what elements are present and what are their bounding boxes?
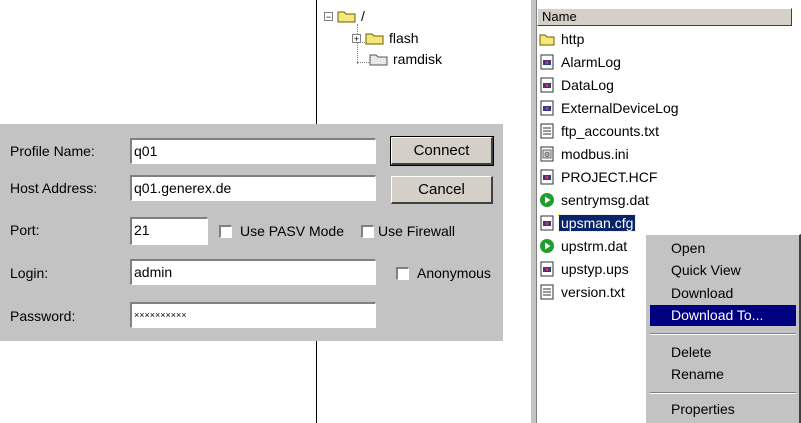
password-label: Password: xyxy=(10,308,76,324)
port-input[interactable]: 21 xyxy=(130,217,208,245)
use-pasv-checkbox[interactable]: Use PASV Mode xyxy=(219,223,344,239)
file-list-item[interactable]: upstyp.ups xyxy=(539,259,631,279)
anonymous-label: Anonymous xyxy=(417,265,491,281)
file-name-label: http xyxy=(561,31,585,47)
tree-node-label: / xyxy=(361,8,365,24)
connection-dialog: Profile Name: q01 Connect Host Address: … xyxy=(0,124,503,341)
context-menu: Open Quick View Download Download To... … xyxy=(645,234,801,423)
file-name-label: version.txt xyxy=(561,284,625,300)
file-name-label: DataLog xyxy=(561,77,614,93)
file-list-item[interactable]: ExternalDeviceLog xyxy=(539,98,681,118)
file-name-label: AlarmLog xyxy=(561,54,621,70)
file-list-item[interactable]: sentrymsg.dat xyxy=(539,190,651,210)
ini-file-icon: ⚙ xyxy=(539,146,555,162)
menu-separator xyxy=(650,392,796,394)
collapse-toggle-icon[interactable]: − xyxy=(324,11,333,21)
file-name-label: upsman.cfg xyxy=(557,214,637,232)
folder-open-icon xyxy=(337,9,357,23)
green-play-icon xyxy=(539,192,555,208)
expand-toggle-icon[interactable]: + xyxy=(352,33,361,43)
cancel-button[interactable]: Cancel xyxy=(391,176,493,204)
file-list-item[interactable]: upsman.cfg xyxy=(539,213,637,233)
host-address-input[interactable]: q01.generex.de xyxy=(130,175,376,201)
login-label: Login: xyxy=(10,265,49,281)
tree-connector xyxy=(357,62,369,63)
panel-splitter[interactable] xyxy=(531,0,537,423)
anonymous-checkbox[interactable]: Anonymous xyxy=(396,265,491,281)
tree-node-flash[interactable]: + flash xyxy=(352,29,419,47)
file-name-label: upstyp.ups xyxy=(561,261,629,277)
connect-button[interactable]: Connect xyxy=(390,136,494,166)
use-pasv-label: Use PASV Mode xyxy=(240,223,345,239)
log-file-icon xyxy=(539,261,555,277)
use-firewall-label: Use Firewall xyxy=(378,223,456,239)
file-name-label: modbus.ini xyxy=(561,146,629,162)
use-firewall-checkbox[interactable]: Use Firewall xyxy=(361,223,455,239)
file-list-item[interactable]: http xyxy=(539,29,586,49)
log-file-icon xyxy=(539,215,555,231)
menu-item-properties[interactable]: Properties xyxy=(650,399,796,420)
green-play-icon xyxy=(539,238,555,254)
menu-separator xyxy=(650,333,796,335)
file-list-item[interactable]: AlarmLog xyxy=(539,52,623,72)
text-file-icon xyxy=(539,123,555,139)
file-name-label: ExternalDeviceLog xyxy=(561,100,679,116)
folder-icon xyxy=(369,52,389,66)
profile-name-label: Profile Name: xyxy=(10,143,95,159)
menu-item-download[interactable]: Download xyxy=(650,283,796,304)
checkbox-box[interactable] xyxy=(361,224,374,238)
file-list-item[interactable]: DataLog xyxy=(539,75,616,95)
login-input[interactable]: admin xyxy=(130,259,376,285)
folder-icon xyxy=(365,31,385,45)
folder-icon xyxy=(539,31,555,47)
svg-text:⚙: ⚙ xyxy=(544,151,550,159)
text-file-icon xyxy=(539,284,555,300)
column-header-name[interactable]: Name xyxy=(537,8,792,26)
menu-item-delete[interactable]: Delete xyxy=(650,342,796,363)
file-list-item[interactable]: version.txt xyxy=(539,282,627,302)
file-name-label: sentrymsg.dat xyxy=(561,192,649,208)
file-list-item[interactable]: ftp_accounts.txt xyxy=(539,121,661,141)
tree-node-label: flash xyxy=(389,30,419,46)
file-list-item[interactable]: upstrm.dat xyxy=(539,236,629,256)
file-list-item[interactable]: ⚙ modbus.ini xyxy=(539,144,631,164)
tree-node-label: ramdisk xyxy=(393,51,443,67)
file-list-item[interactable]: PROJECT.HCF xyxy=(539,167,659,187)
log-file-icon xyxy=(539,100,555,116)
password-input[interactable]: ×××××××××× xyxy=(130,302,376,328)
log-file-icon xyxy=(539,169,555,185)
tree-node-ramdisk[interactable]: ramdisk xyxy=(369,50,442,68)
file-name-label: upstrm.dat xyxy=(561,238,628,254)
menu-item-quick-view[interactable]: Quick View xyxy=(650,260,796,281)
checkbox-box[interactable] xyxy=(396,266,409,280)
file-name-label: PROJECT.HCF xyxy=(561,169,658,185)
file-name-label: ftp_accounts.txt xyxy=(561,123,660,139)
tree-node-root[interactable]: − / xyxy=(324,7,365,25)
menu-item-rename[interactable]: Rename xyxy=(650,364,796,385)
menu-item-download-to[interactable]: Download To... xyxy=(650,305,796,326)
log-file-icon xyxy=(539,54,555,70)
host-address-label: Host Address: xyxy=(10,180,98,196)
checkbox-box[interactable] xyxy=(219,224,232,238)
log-file-icon xyxy=(539,77,555,93)
port-label: Port: xyxy=(10,222,40,238)
profile-name-input[interactable]: q01 xyxy=(130,138,376,164)
menu-item-open[interactable]: Open xyxy=(650,238,796,259)
